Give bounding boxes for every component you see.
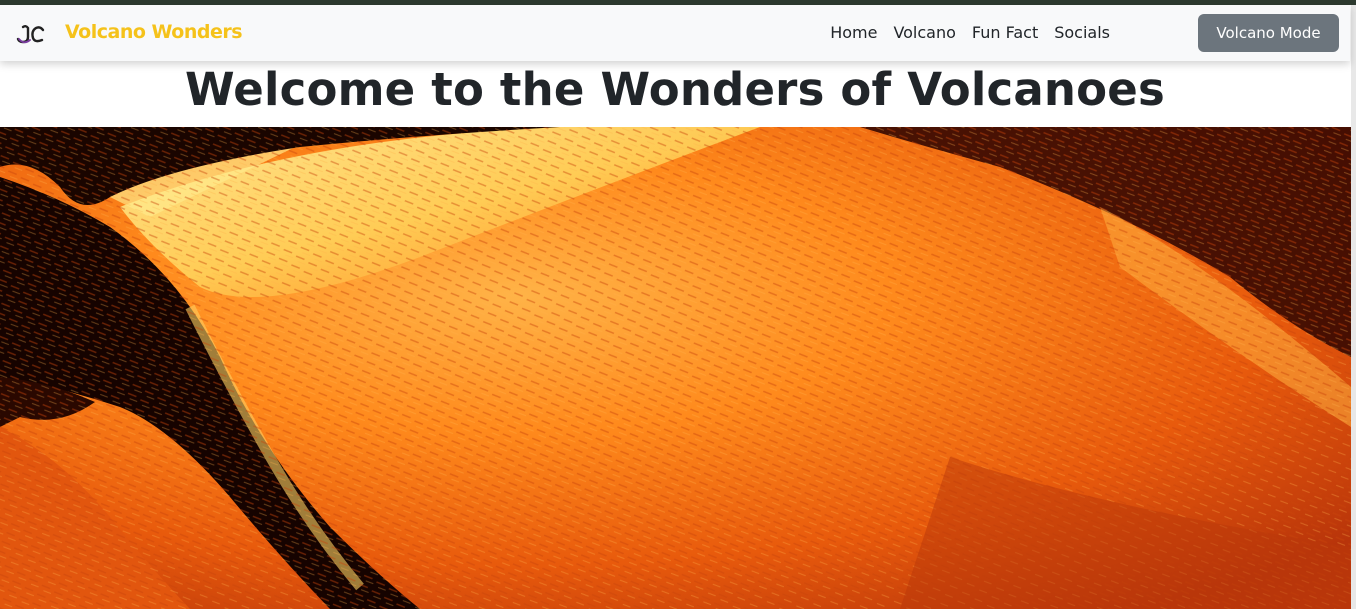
nav-volcano-link[interactable]: Volcano (893, 21, 955, 45)
lava-flow-image (0, 127, 1351, 609)
brand-name[interactable]: Volcano Wonders (65, 18, 243, 46)
page-scrollbar[interactable] (1351, 5, 1356, 609)
jc-logo-icon[interactable] (16, 22, 46, 46)
title-band: Welcome to the Wonders of Volcanoes (0, 61, 1350, 127)
nav-home-link[interactable]: Home (830, 21, 877, 45)
volcano-mode-button[interactable]: Volcano Mode (1198, 14, 1339, 52)
nav-fun-fact-link[interactable]: Fun Fact (972, 21, 1038, 45)
nav-links: Home Volcano Fun Fact Socials (830, 21, 1110, 45)
navbar: Volcano Wonders Home Volcano Fun Fact So… (0, 5, 1350, 61)
nav-socials-link[interactable]: Socials (1054, 21, 1110, 45)
page-title: Welcome to the Wonders of Volcanoes (185, 63, 1165, 116)
